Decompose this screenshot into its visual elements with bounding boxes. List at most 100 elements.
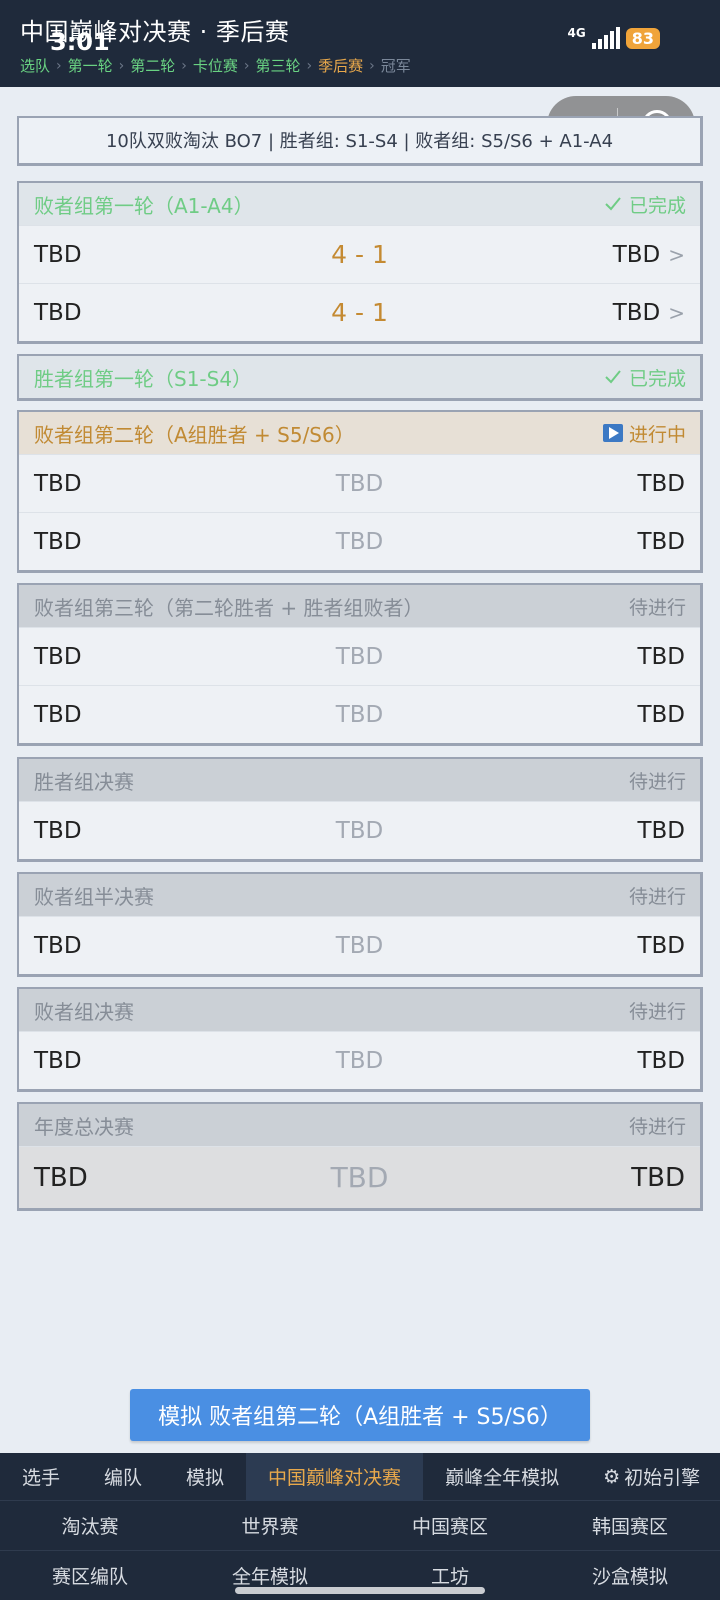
nav-tab[interactable]: 编队: [82, 1453, 164, 1501]
stage-status: 待进行: [629, 997, 686, 1024]
stage-header[interactable]: 胜者组决赛 待进行: [19, 759, 700, 801]
stage-title: 败者组第三轮（第二轮胜者 + 胜者组败者）: [34, 595, 424, 620]
nav-item[interactable]: 沙盒模拟: [540, 1551, 720, 1600]
chevron-right-icon: ›: [369, 57, 375, 74]
nav-tab[interactable]: 中国巅峰对决赛: [246, 1452, 424, 1501]
stage-status-label: 待进行: [628, 1115, 686, 1138]
stage-header[interactable]: 败者组半决赛 待进行: [19, 874, 700, 916]
team-right: TBD: [612, 241, 661, 268]
nav-tab[interactable]: 模拟: [164, 1453, 246, 1501]
team-left: TBD: [34, 299, 82, 326]
team-right: TBD: [637, 470, 685, 497]
stage-title: 败者组第二轮（A组胜者 + S5/S6）: [34, 422, 355, 447]
chevron-right-icon: ›: [118, 57, 125, 74]
stage-title: 年度总决赛: [34, 1114, 134, 1139]
format-description: 10队双败淘汰 BO7 | 胜者组: S1-S4 | 败者组: S5/S6 + …: [17, 116, 703, 166]
match-row[interactable]: TBD TBD TBD: [19, 512, 700, 570]
stage-status: 待进行: [629, 593, 686, 620]
breadcrumb-item[interactable]: 第一轮: [68, 55, 113, 76]
nav-tab-label: 选手: [22, 1467, 61, 1489]
app-header: 中国巅峰对决赛 · 季后赛 3:01 4G 83 选队 › 第一轮 › 第二轮 › 卡位赛 ›…: [0, 0, 720, 87]
stage-status-label: 进行中: [628, 423, 686, 446]
team-right-wrap: TBD: [637, 644, 685, 670]
nav-item[interactable]: 世界赛: [180, 1501, 360, 1550]
match-row[interactable]: TBD TBD TBD: [19, 627, 700, 685]
nav-tab-label: 中国巅峰对决赛: [268, 1467, 402, 1489]
nav-item[interactable]: 中国赛区: [360, 1501, 540, 1550]
stage-status-label: 待进行: [628, 885, 686, 908]
match-row[interactable]: TBD TBD TBD: [19, 1031, 700, 1089]
chevron-right-icon: ›: [306, 57, 313, 74]
match-row[interactable]: TBD TBD TBD: [19, 454, 700, 512]
stage-header[interactable]: 败者组第三轮（第二轮胜者 + 胜者组败者） 待进行: [19, 585, 700, 627]
network-label: 4G: [567, 25, 586, 40]
nav-tab[interactable]: 选手: [0, 1453, 82, 1501]
stage-card: 胜者组决赛 待进行 TBD TBD TBD: [17, 757, 703, 862]
simulate-button[interactable]: 模拟 败者组第二轮（A组胜者 + S5/S6）: [130, 1389, 590, 1441]
stage-card: 败者组第三轮（第二轮胜者 + 胜者组败者） 待进行 TBD TBD TBD TBD TBD T…: [17, 583, 703, 746]
team-left: TBD: [34, 528, 82, 555]
chevron-right-icon: ›: [243, 57, 250, 74]
stage-status: 已完成: [603, 191, 686, 218]
status-bar: 4G 83: [567, 25, 660, 49]
nav-tab-label: 编队: [104, 1467, 143, 1489]
stage-card: 败者组第二轮（A组胜者 + S5/S6） 进行中 TBD TBD TBD TBD TBD TB…: [17, 410, 703, 573]
nav-item[interactable]: 淘汰赛: [0, 1501, 180, 1550]
status-time: 3:01: [50, 28, 110, 56]
stage-card: 年度总决赛 待进行 TBD TBD TBD: [17, 1102, 703, 1211]
nav-item[interactable]: 赛区编队: [0, 1551, 180, 1600]
team-right-wrap: TBD >: [613, 300, 685, 326]
team-left: TBD: [34, 817, 82, 844]
stage-status: 待进行: [629, 767, 686, 794]
battery-badge: 83: [625, 28, 660, 49]
stage-status: 进行中: [602, 420, 686, 447]
breadcrumb-item[interactable]: 季后赛: [318, 55, 363, 76]
stage-title: 胜者组第一轮（S1-S4）: [34, 366, 253, 391]
stage-header[interactable]: 败者组第一轮（A1-A4） 已完成: [19, 183, 700, 225]
play-icon: [602, 424, 623, 442]
breadcrumb-item[interactable]: 卡位赛: [193, 55, 238, 76]
stage-header[interactable]: 胜者组第一轮（S1-S4） 已完成: [19, 356, 700, 398]
match-row[interactable]: TBD TBD TBD: [19, 916, 700, 974]
chevron-right-icon: >: [668, 242, 685, 267]
nav-tab[interactable]: ⚙ 初始引擎: [581, 1453, 720, 1501]
breadcrumb-item[interactable]: 第二轮: [130, 55, 175, 76]
breadcrumb-item[interactable]: 第三轮: [256, 55, 301, 76]
nav-tab-label: 模拟: [186, 1467, 225, 1489]
chevron-right-icon: ›: [181, 57, 187, 74]
nav-item[interactable]: 韩国赛区: [540, 1501, 720, 1550]
stage-title: 败者组半决赛: [34, 884, 154, 909]
breadcrumb-item[interactable]: 选队: [20, 55, 50, 76]
team-right: TBD: [637, 932, 685, 959]
stage-header[interactable]: 败者组第二轮（A组胜者 + S5/S6） 进行中: [19, 412, 700, 454]
team-right: TBD: [637, 643, 685, 670]
gear-icon: ⚙: [603, 1465, 621, 1488]
team-right-wrap: TBD: [631, 1163, 685, 1193]
team-right: TBD: [637, 1047, 685, 1074]
chevron-right-icon: >: [668, 300, 685, 325]
stage-status-label: 待进行: [628, 596, 686, 619]
team-right-wrap: TBD: [637, 529, 685, 555]
nav-tab[interactable]: 巅峰全年模拟: [423, 1453, 581, 1501]
team-right-wrap: TBD: [637, 702, 685, 728]
team-left: TBD: [34, 701, 82, 728]
stage-header[interactable]: 败者组决赛 待进行: [19, 989, 700, 1031]
stage-card: 败者组半决赛 待进行 TBD TBD TBD: [17, 872, 703, 977]
stage-title: 败者组决赛: [34, 999, 134, 1024]
nav-tab-label: 初始引擎: [624, 1467, 701, 1489]
match-row[interactable]: TBD TBD TBD: [19, 1146, 700, 1208]
match-row[interactable]: TBD 4 - 1 TBD >: [19, 225, 700, 283]
match-row[interactable]: TBD TBD TBD: [19, 685, 700, 743]
match-row[interactable]: TBD TBD TBD: [19, 801, 700, 859]
match-row[interactable]: TBD 4 - 1 TBD >: [19, 283, 700, 341]
team-right: TBD: [637, 701, 685, 728]
stage-status: 已完成: [603, 364, 686, 391]
stage-header[interactable]: 年度总决赛 待进行: [19, 1104, 700, 1146]
stage-title: 胜者组决赛: [34, 769, 134, 794]
team-right: TBD: [637, 817, 685, 844]
team-right: TBD: [637, 528, 685, 555]
home-indicator: [235, 1587, 485, 1594]
breadcrumb-item[interactable]: 冠军: [381, 55, 411, 76]
team-left: TBD: [34, 1047, 82, 1074]
stage-card: 败者组第一轮（A1-A4） 已完成 TBD 4 - 1 TBD > TBD 4 - 1 TBD >: [17, 181, 703, 344]
